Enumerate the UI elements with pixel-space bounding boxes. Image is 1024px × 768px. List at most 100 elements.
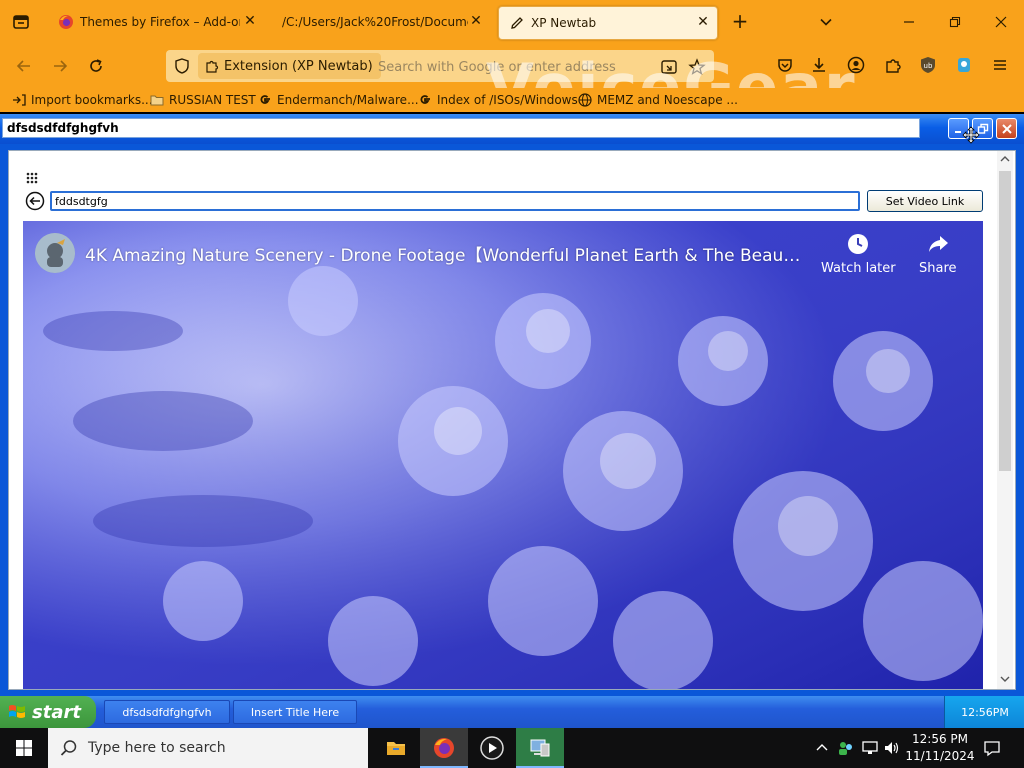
- share-arrow-icon: [928, 236, 948, 252]
- file-explorer-taskbar-button[interactable]: [372, 728, 420, 768]
- close-icon: [995, 16, 1007, 28]
- watch-later-button[interactable]: Watch later: [821, 233, 896, 276]
- forward-button[interactable]: [48, 54, 72, 78]
- pocket-button[interactable]: [774, 54, 796, 76]
- tab-local-file[interactable]: /C:/Users/Jack%20Frost/Document ✕: [268, 6, 490, 38]
- scroll-down-button[interactable]: [997, 671, 1013, 687]
- clock-time: 12:56 PM: [912, 732, 968, 746]
- chevron-up-icon: [816, 744, 828, 751]
- shield-icon[interactable]: [174, 58, 190, 74]
- app-menu-button[interactable]: [989, 54, 1011, 76]
- chevron-down-icon: [820, 18, 832, 26]
- speaker-icon: [885, 742, 899, 754]
- xp-close-button[interactable]: [996, 118, 1017, 139]
- reload-button[interactable]: [84, 54, 108, 78]
- channel-avatar-image: [35, 233, 75, 273]
- clock-date: 11/11/2024: [905, 749, 975, 763]
- video-link-input[interactable]: [50, 191, 860, 211]
- people-icon: [839, 742, 852, 755]
- bookmark-label: Endermanch/Malware...: [277, 93, 419, 107]
- xp-task-button[interactable]: Insert Title Here: [233, 700, 357, 724]
- address-bar[interactable]: Extension (XP Newtab): [166, 50, 714, 82]
- scroll-thumb[interactable]: [999, 171, 1011, 471]
- globe-icon: [578, 93, 592, 107]
- bookmark-isos[interactable]: Index of /ISOs/Windows: [418, 91, 578, 109]
- tab-label: XP Newtab: [531, 16, 597, 30]
- chevron-down-icon: [1000, 676, 1010, 682]
- extensions-button[interactable]: [882, 54, 904, 76]
- restore-window-button[interactable]: [942, 10, 968, 34]
- network-tray-icon[interactable]: [860, 738, 880, 758]
- xp-window-content: Set Video Link: [8, 150, 1016, 690]
- minimize-window-button[interactable]: [896, 10, 922, 34]
- chevron-up-icon: [1000, 156, 1010, 162]
- clock-icon: [848, 234, 869, 254]
- notification-center-button[interactable]: [982, 738, 1002, 758]
- bookmark-memz[interactable]: MEMZ and Noescape ...: [578, 91, 738, 109]
- minimize-icon: [904, 21, 914, 23]
- media-player-taskbar-button[interactable]: [468, 728, 516, 768]
- set-video-link-button[interactable]: Set Video Link: [867, 190, 983, 212]
- restore-icon: [949, 16, 961, 28]
- star-bookmark-icon[interactable]: [688, 58, 706, 76]
- close-icon: [1001, 123, 1012, 134]
- volume-tray-icon[interactable]: [882, 738, 902, 758]
- url-input[interactable]: [376, 54, 650, 80]
- ublock-button[interactable]: ub: [917, 54, 939, 76]
- watch-later-label: Watch later: [821, 261, 896, 276]
- xp-task-button[interactable]: dfsdsdfdfghgfvh: [104, 700, 230, 724]
- channel-avatar[interactable]: [35, 233, 75, 273]
- vertical-scrollbar[interactable]: [997, 151, 1013, 689]
- show-hidden-icons-button[interactable]: [812, 738, 832, 758]
- downloads-button[interactable]: [808, 54, 830, 76]
- folder-icon: [387, 742, 405, 755]
- tab-overflow-button[interactable]: [0, 0, 42, 44]
- list-all-tabs-button[interactable]: [814, 10, 838, 34]
- reload-icon: [90, 59, 102, 72]
- scroll-up-button[interactable]: [997, 151, 1013, 167]
- extension-badge-button[interactable]: [953, 54, 975, 76]
- video-player[interactable]: 4K Amazing Nature Scenery - Drone Footag…: [23, 221, 983, 689]
- xp-start-button[interactable]: start: [0, 696, 96, 728]
- computer-icon: [530, 739, 550, 757]
- back-arrow-circle-icon[interactable]: [25, 191, 45, 211]
- xp-window: Set Video Link: [0, 114, 1024, 696]
- close-tab-icon[interactable]: ✕: [468, 13, 484, 29]
- tab-xp-newtab[interactable]: XP Newtab ✕: [498, 6, 718, 40]
- pencil-icon: [511, 17, 523, 29]
- windows-logo-icon: [16, 740, 32, 756]
- firefox-taskbar-button[interactable]: [420, 728, 468, 768]
- tab-themes[interactable]: Themes by Firefox – Add-ons fo ✕: [48, 6, 264, 38]
- new-tab-button[interactable]: +: [728, 10, 752, 34]
- windows-start-button[interactable]: [0, 728, 48, 768]
- search-icon: [60, 740, 77, 756]
- close-window-button[interactable]: [988, 10, 1014, 34]
- folder-icon: [150, 93, 164, 107]
- back-button[interactable]: [12, 54, 36, 78]
- bookmark-russian-test[interactable]: RUSSIAN TEST: [150, 91, 256, 109]
- bookmark-import[interactable]: Import bookmarks...: [12, 91, 153, 109]
- video-title[interactable]: 4K Amazing Nature Scenery - Drone Footag…: [85, 241, 805, 266]
- account-button[interactable]: [845, 54, 867, 76]
- taskbar-clock[interactable]: 12:56 PM 11/11/2024: [904, 731, 976, 765]
- share-button[interactable]: Share: [919, 233, 957, 276]
- window-title-input[interactable]: [2, 118, 920, 138]
- bookmarks-toolbar: Import bookmarks... RUSSIAN TEST Enderma…: [0, 88, 1024, 112]
- xp-title-bar[interactable]: [0, 114, 1024, 144]
- video-frame-image: [23, 221, 983, 689]
- app-taskbar-button[interactable]: [516, 728, 564, 768]
- bookmark-label: Import bookmarks...: [31, 93, 153, 107]
- identity-extension-chip[interactable]: Extension (XP Newtab): [198, 53, 381, 79]
- close-tab-icon[interactable]: ✕: [695, 14, 711, 30]
- firefox-logo-icon: [434, 738, 454, 758]
- pocket-icon: [778, 59, 792, 72]
- taskbar-search-box[interactable]: Type here to search: [48, 728, 368, 768]
- apps-grid-icon[interactable]: [25, 171, 39, 185]
- bookmark-endermanch[interactable]: Endermanch/Malware...: [258, 91, 419, 109]
- xp-system-tray-clock[interactable]: 12:56PM: [944, 696, 1024, 728]
- tab-label: /C:/Users/Jack%20Frost/Document: [282, 15, 468, 29]
- tray-app-icon[interactable]: [836, 738, 856, 758]
- reader-view-icon[interactable]: [660, 58, 678, 76]
- play-circle-icon: [480, 736, 504, 760]
- close-tab-icon[interactable]: ✕: [242, 13, 258, 29]
